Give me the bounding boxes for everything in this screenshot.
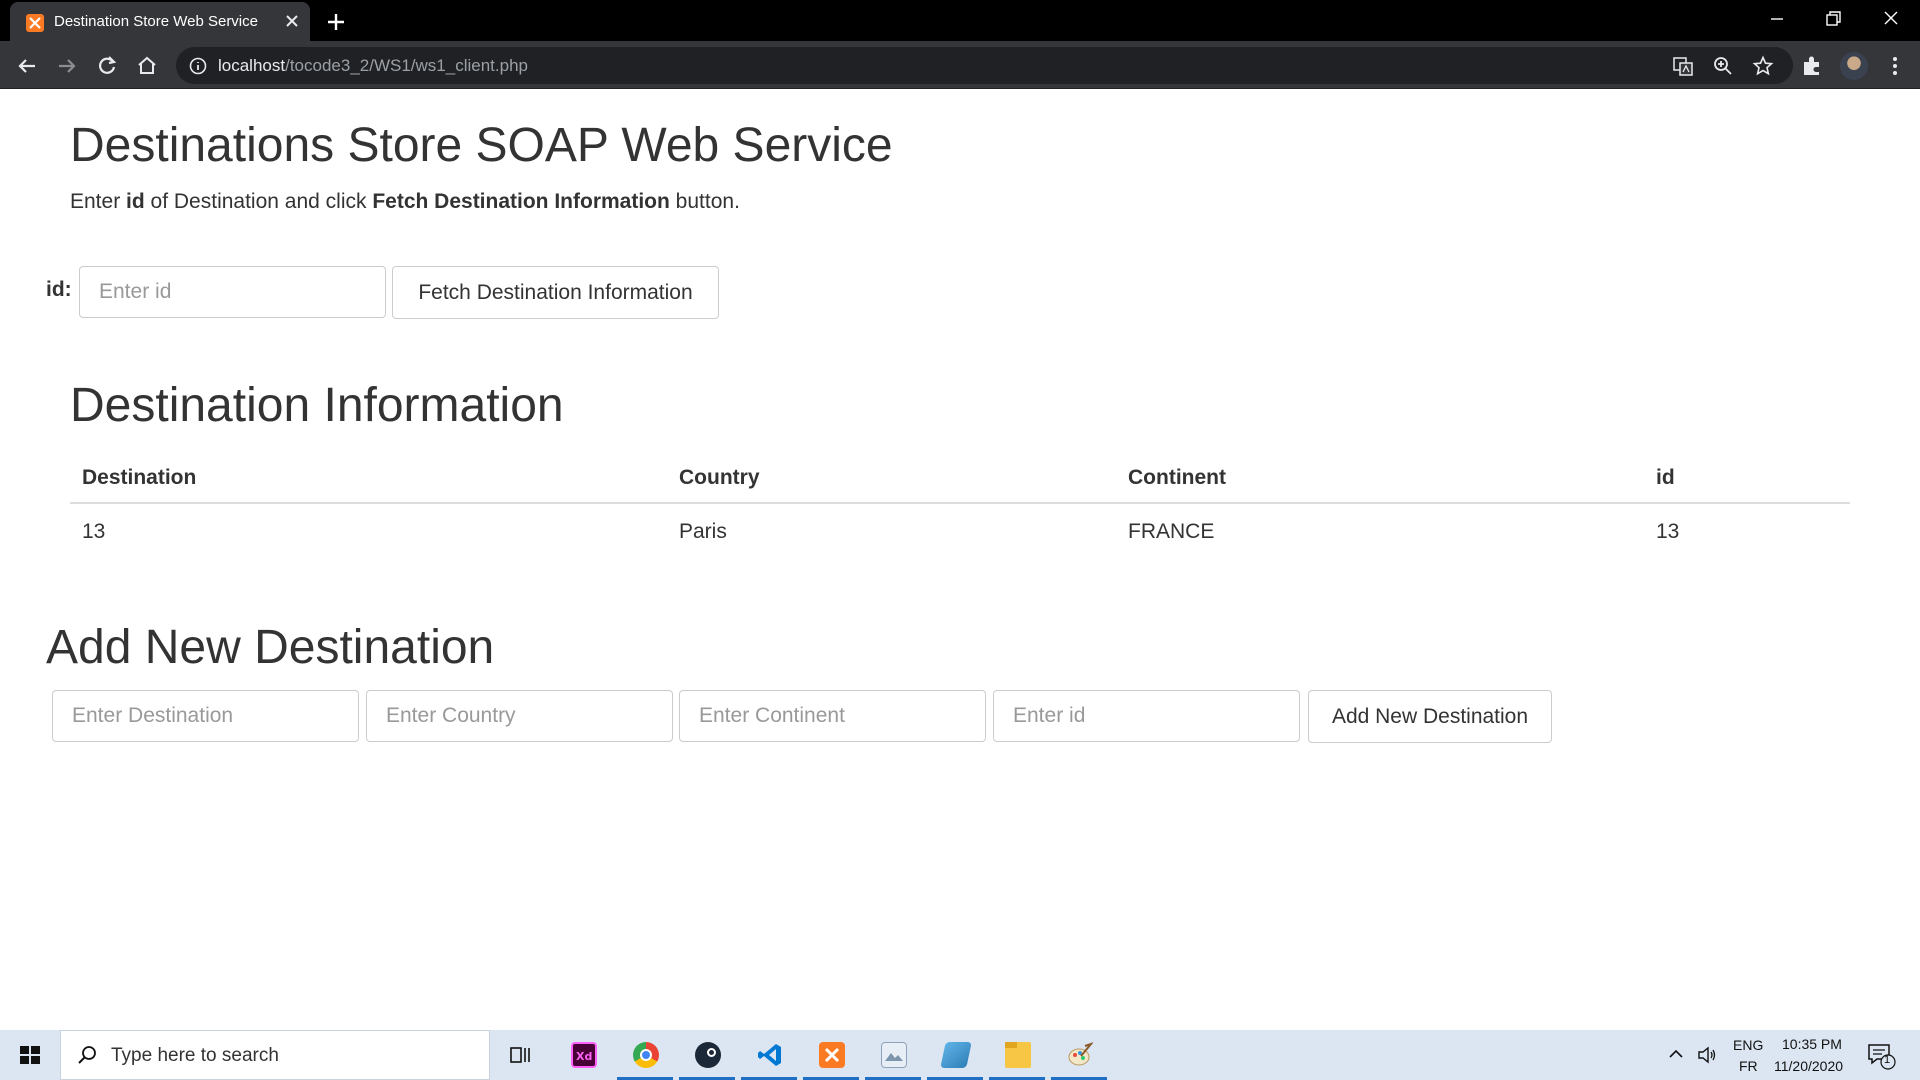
- country-input[interactable]: [366, 690, 673, 742]
- taskbar-search-box[interactable]: Type here to search: [60, 1030, 490, 1080]
- notification-count: 1: [1884, 1054, 1891, 1066]
- windows-taskbar: Type here to search Xd ENG FR 10:35 PM 1…: [0, 1030, 1920, 1080]
- bookmark-star-icon[interactable]: [1752, 55, 1774, 77]
- intro-pre: Enter: [70, 190, 127, 213]
- forward-arrow-icon[interactable]: [54, 53, 80, 79]
- cell-destination: 13: [82, 519, 106, 543]
- new-id-input[interactable]: [993, 690, 1300, 742]
- intro-button-name: Fetch Destination Information: [372, 190, 670, 213]
- xampp-favicon-icon: [26, 14, 44, 32]
- tab-title: Destination Store Web Service: [54, 13, 258, 30]
- cell-country: Paris: [679, 519, 727, 543]
- fetch-id-input[interactable]: [79, 266, 386, 318]
- intro-mid: of Destination and click: [144, 190, 373, 213]
- minimize-window-icon[interactable]: [1754, 6, 1800, 36]
- url-host: localhost: [218, 56, 286, 75]
- intro-text: Enter id of Destination and click Fetch …: [70, 190, 740, 214]
- restore-window-icon[interactable]: [1810, 6, 1856, 36]
- xampp-icon[interactable]: [801, 1030, 861, 1080]
- vscode-icon[interactable]: [739, 1030, 799, 1080]
- add-destination-title: Add New Destination: [46, 621, 495, 674]
- tab-close-icon[interactable]: [282, 11, 302, 31]
- zoom-icon[interactable]: [1712, 55, 1734, 77]
- profile-avatar[interactable]: [1840, 52, 1868, 80]
- fetch-destination-button[interactable]: Fetch Destination Information: [392, 266, 719, 319]
- new-tab-plus-icon[interactable]: [324, 10, 348, 34]
- address-bar[interactable]: localhost/tocode3_2/WS1/ws1_client.php: [176, 47, 1793, 84]
- browser-tab-strip: Destination Store Web Service: [0, 0, 1920, 41]
- url-text[interactable]: localhost/tocode3_2/WS1/ws1_client.php: [218, 56, 528, 76]
- image-viewer-icon[interactable]: [863, 1030, 923, 1080]
- column-header-destination: Destination: [70, 453, 667, 504]
- cell-id: 13: [1656, 519, 1680, 543]
- browser-tab-active[interactable]: Destination Store Web Service: [10, 2, 310, 41]
- page-title: Destinations Store SOAP Web Service: [70, 119, 893, 172]
- file-explorer-icon[interactable]: [987, 1030, 1047, 1080]
- destination-input[interactable]: [52, 690, 359, 742]
- intro-post: button.: [669, 190, 740, 213]
- column-header-continent: Continent: [1116, 453, 1644, 504]
- destination-info-title: Destination Information: [70, 379, 564, 432]
- language-code-top[interactable]: ENG: [1733, 1037, 1763, 1053]
- editor-app-icon[interactable]: [925, 1030, 985, 1080]
- reload-icon[interactable]: [94, 53, 120, 79]
- task-view-icon[interactable]: [490, 1030, 550, 1080]
- show-hidden-icons-chevron-icon[interactable]: [1666, 1044, 1686, 1069]
- windows-start-icon[interactable]: [0, 1030, 60, 1080]
- add-destination-button[interactable]: Add New Destination: [1308, 690, 1552, 743]
- back-arrow-icon[interactable]: [14, 53, 40, 79]
- browser-toolbar: localhost/tocode3_2/WS1/ws1_client.php: [0, 41, 1920, 89]
- destination-info-table: Destination Country Continent id 13 Pari…: [70, 453, 1850, 559]
- steam-icon[interactable]: [677, 1030, 737, 1080]
- cell-continent: FRANCE: [1128, 519, 1215, 543]
- search-icon: [78, 1046, 96, 1064]
- language-code-bottom[interactable]: FR: [1739, 1058, 1758, 1074]
- extensions-puzzle-icon[interactable]: [1799, 53, 1825, 79]
- fetch-id-label: id:: [46, 278, 72, 301]
- svg-text:Xd: Xd: [576, 1050, 592, 1063]
- page-content: Destinations Store SOAP Web Service Ente…: [0, 90, 1920, 1030]
- site-info-icon[interactable]: [188, 56, 208, 76]
- table-header-row: Destination Country Continent id: [70, 453, 1850, 504]
- paint-icon[interactable]: [1049, 1030, 1109, 1080]
- home-icon[interactable]: [134, 53, 160, 79]
- chrome-icon[interactable]: [615, 1030, 675, 1080]
- url-path: /tocode3_2/WS1/ws1_client.php: [285, 56, 528, 75]
- table-row: 13 Paris FRANCE 13: [70, 503, 1850, 559]
- clock-date[interactable]: 11/20/2020: [1774, 1058, 1843, 1074]
- column-header-country: Country: [667, 453, 1116, 504]
- notification-center-icon[interactable]: 1: [1866, 1042, 1896, 1070]
- search-placeholder: Type here to search: [111, 1045, 279, 1066]
- column-header-id: id: [1644, 453, 1850, 504]
- close-window-icon[interactable]: [1868, 6, 1914, 36]
- intro-id: id: [126, 190, 145, 213]
- volume-icon[interactable]: [1696, 1044, 1718, 1071]
- adobe-xd-icon[interactable]: Xd: [553, 1030, 613, 1080]
- continent-input[interactable]: [679, 690, 986, 742]
- browser-menu-icon[interactable]: [1882, 53, 1908, 79]
- clock-time[interactable]: 10:35 PM: [1782, 1036, 1842, 1052]
- translate-icon[interactable]: [1672, 55, 1694, 77]
